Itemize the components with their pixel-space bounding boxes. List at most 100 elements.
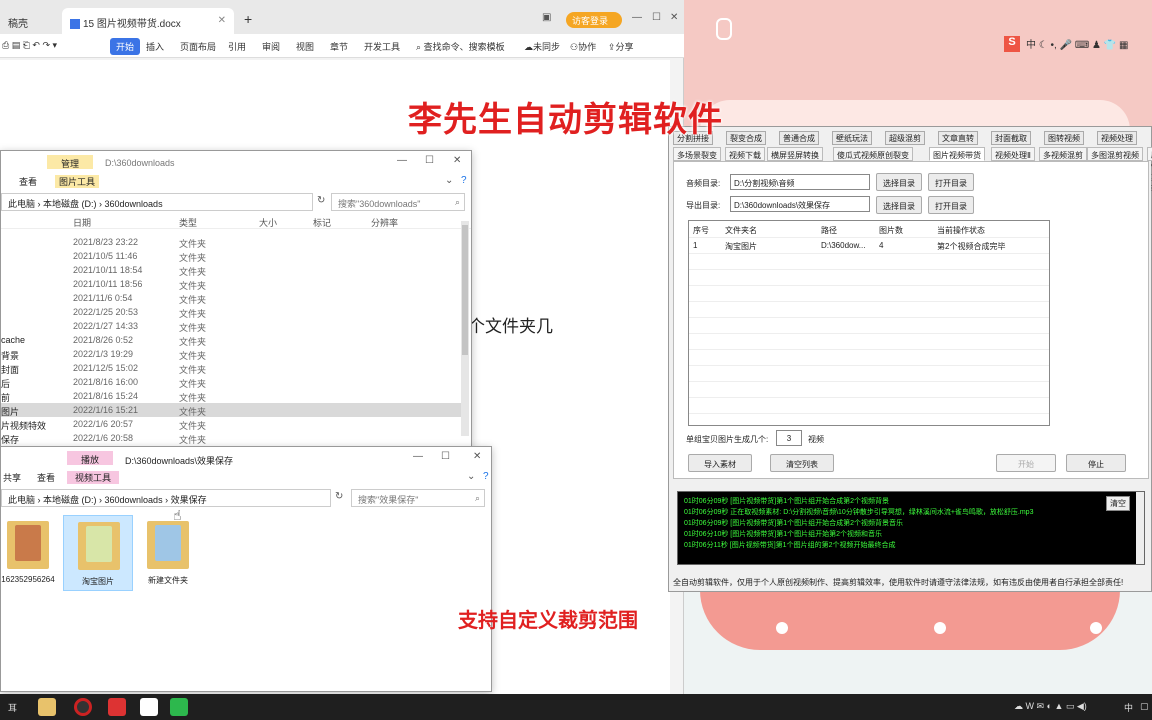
import-material-button[interactable]: 导入素材 — [688, 454, 752, 472]
recorder-icon[interactable] — [74, 698, 92, 716]
refresh-icon[interactable]: ↻ — [335, 491, 343, 502]
maximize-icon[interactable]: ☐ — [441, 451, 450, 462]
vertical-scrollbar[interactable] — [461, 221, 469, 436]
wps-icon[interactable] — [108, 698, 126, 716]
export-dir-input[interactable]: D:\360downloads\效果保存 — [730, 196, 870, 212]
address-bar[interactable]: 此电脑 › 本地磁盘 (D:) › 360downloads › 效果保存 — [1, 489, 331, 507]
column-type[interactable]: 类型 — [179, 216, 197, 229]
ribbon-tab-start[interactable]: 开始 — [110, 38, 141, 55]
minimize-icon[interactable]: — — [632, 12, 642, 23]
per-group-input[interactable]: 3 — [776, 430, 802, 446]
ribbon-tab-video-tools[interactable]: 视频工具 — [67, 471, 120, 484]
breadcrumb-disk-d[interactable]: 本地磁盘 (D:) — [43, 495, 97, 505]
ribbon-tab-view[interactable]: 查看 — [37, 471, 55, 484]
breadcrumb-effects[interactable]: 效果保存 — [171, 495, 207, 505]
file-row[interactable]: 片视频特效 2022/1/6 20:57 文件夹 — [1, 417, 461, 431]
breadcrumb-360downloads[interactable]: 360downloads — [105, 495, 163, 505]
app-icon[interactable] — [140, 698, 158, 716]
app-toolbar-button[interactable]: 封面截取 — [991, 131, 1031, 145]
minimize-icon[interactable]: — — [413, 451, 423, 462]
app-toolbar-button[interactable]: 超级混剪 — [885, 131, 925, 145]
log-scrollbar[interactable] — [1136, 492, 1144, 564]
ime-toolbar[interactable]: 中 ☾ •, 🎤 ⌨ ♟ 👕 ▦ — [1026, 36, 1128, 54]
file-row[interactable]: 图片 2022/1/16 15:21 文件夹 — [1, 403, 461, 417]
sync-status[interactable]: ☁未同步 — [524, 40, 560, 53]
search-input[interactable]: 搜索"360downloads" ⌕ — [331, 193, 465, 211]
ribbon-tab-layout[interactable]: 页面布局 — [180, 40, 216, 53]
app-tab[interactable]: 剧情剪辑 — [1147, 147, 1152, 193]
file-row[interactable]: 2022/1/27 14:33 文件夹 — [1, 319, 461, 333]
collab-button[interactable]: ⚇协作 — [570, 40, 596, 53]
notification-icon[interactable]: ▢ — [1140, 701, 1149, 712]
app-toolbar-button[interactable]: 图转视频 — [1044, 131, 1084, 145]
sogou-ime-icon[interactable]: S — [1004, 36, 1020, 52]
app-toolbar-button[interactable]: 裂变合成 — [726, 131, 766, 145]
app-tab[interactable]: 傻瓜式视频原创裂变 — [833, 147, 913, 161]
layout-icon[interactable]: ▣ — [542, 12, 551, 23]
file-row[interactable]: 2021/10/11 18:56 文件夹 — [1, 277, 461, 291]
file-row[interactable]: 2021/10/11 18:54 文件夹 — [1, 263, 461, 277]
close-icon[interactable]: ✕ — [453, 155, 461, 166]
tab-close-icon[interactable]: ✕ — [218, 15, 226, 26]
help-icon[interactable]: ? — [483, 471, 489, 482]
file-row[interactable]: 2022/1/25 20:53 文件夹 — [1, 305, 461, 319]
tab-document[interactable]: 15 图片视频带货.docx ✕ — [62, 8, 234, 34]
file-row[interactable]: 后 2021/8/16 16:00 文件夹 — [1, 375, 461, 389]
ribbon-tab-picture-tools[interactable]: 图片工具 — [55, 175, 100, 188]
folder-item-selected[interactable]: 淘宝图片 — [63, 515, 133, 591]
ribbon-tab-reference[interactable]: 引用 — [228, 40, 246, 53]
export-select-dir-button[interactable]: 选择目录 — [876, 196, 922, 214]
ribbon-tab-share[interactable]: 共享 — [3, 471, 21, 484]
log-console[interactable]: 01时06分09秒 [图片视频带货]第1个图片组开始合成第2个视频背景 01时06… — [677, 491, 1145, 565]
clear-list-button[interactable]: 清空列表 — [770, 454, 834, 472]
app-tab[interactable]: 图片视频带货 — [929, 147, 985, 161]
taskview-label[interactable]: 耳 — [8, 701, 17, 714]
maximize-icon[interactable]: ☐ — [652, 12, 661, 23]
app-toolbar-button[interactable]: 普通合成 — [779, 131, 819, 145]
app-tab[interactable]: 视频处理Ⅱ — [991, 147, 1035, 161]
scrollbar-thumb[interactable] — [462, 225, 468, 355]
new-tab-button[interactable]: + — [236, 4, 260, 30]
breadcrumb-disk-d[interactable]: 本地磁盘 (D:) — [43, 199, 97, 209]
app-tab[interactable]: 多场景裂变 — [673, 147, 721, 161]
ribbon-tab-insert[interactable]: 插入 — [146, 40, 164, 53]
command-search[interactable]: ⌕ 查找命令、搜索模板 — [416, 40, 505, 53]
app-toolbar-button[interactable]: 壁纸玩法 — [832, 131, 872, 145]
export-open-dir-button[interactable]: 打开目录 — [928, 196, 974, 214]
share-button[interactable]: ⇪分享 — [608, 40, 634, 53]
quick-access-icons[interactable]: ⎙ ▤ ⎗ ↶ ↷ ▾ — [2, 40, 57, 51]
stop-button[interactable]: 停止 — [1066, 454, 1126, 472]
column-tag[interactable]: 标记 — [313, 216, 331, 229]
task-grid[interactable]: 序号 文件夹名 路径 图片数 当前操作状态 1 淘宝图片 D:\360dow..… — [688, 220, 1050, 426]
file-row[interactable]: cache 2021/8/26 0:52 文件夹 — [1, 333, 461, 347]
tab-partial[interactable]: 稿壳 — [0, 8, 36, 34]
file-row[interactable]: 背景 2022/1/3 19:29 文件夹 — [1, 347, 461, 361]
play-tab[interactable]: 播放 — [67, 451, 114, 465]
app-tab[interactable]: 多图混剪视频 — [1087, 147, 1143, 161]
app-toolbar-button[interactable]: 视频处理 — [1097, 131, 1137, 145]
folder-item[interactable]: 162352956264 — [0, 515, 63, 591]
close-icon[interactable]: ✕ — [670, 12, 678, 23]
address-bar[interactable]: 此电脑 › 本地磁盘 (D:) › 360downloads — [1, 193, 313, 211]
close-icon[interactable]: ✕ — [473, 451, 481, 462]
tray-language[interactable]: 中 — [1124, 701, 1133, 714]
guest-login-button[interactable]: 访客登录 — [566, 12, 622, 28]
file-row[interactable]: 2021/11/6 0:54 文件夹 — [1, 291, 461, 305]
file-row[interactable]: 2021/10/5 11:46 文件夹 — [1, 249, 461, 263]
tray-icons[interactable]: ☁ W ✉ ◐ ▲ ▭ ◀) — [1014, 701, 1087, 712]
chevron-down-icon[interactable]: ⌄ — [445, 175, 453, 186]
column-resolution[interactable]: 分辨率 — [371, 216, 398, 229]
folder-item[interactable]: 新建文件夹 — [133, 515, 203, 591]
start-button[interactable]: 开始 — [996, 454, 1056, 472]
file-row[interactable]: 保存 2022/1/6 20:58 文件夹 — [1, 431, 461, 445]
minimize-icon[interactable]: — — [397, 155, 407, 166]
app-tab[interactable]: 横屏竖屏转换 — [767, 147, 823, 161]
file-row[interactable]: 2021/8/23 23:22 文件夹 — [1, 235, 461, 249]
file-explorer-icon[interactable] — [38, 698, 56, 716]
column-date[interactable]: 日期 — [73, 216, 91, 229]
ribbon-tab-view[interactable]: 视图 — [296, 40, 314, 53]
chevron-down-icon[interactable]: ⌄ — [467, 471, 475, 482]
app-toolbar-button[interactable]: 文章直转 — [938, 131, 978, 145]
wechat-icon[interactable] — [170, 698, 188, 716]
refresh-icon[interactable]: ↻ — [317, 195, 325, 206]
